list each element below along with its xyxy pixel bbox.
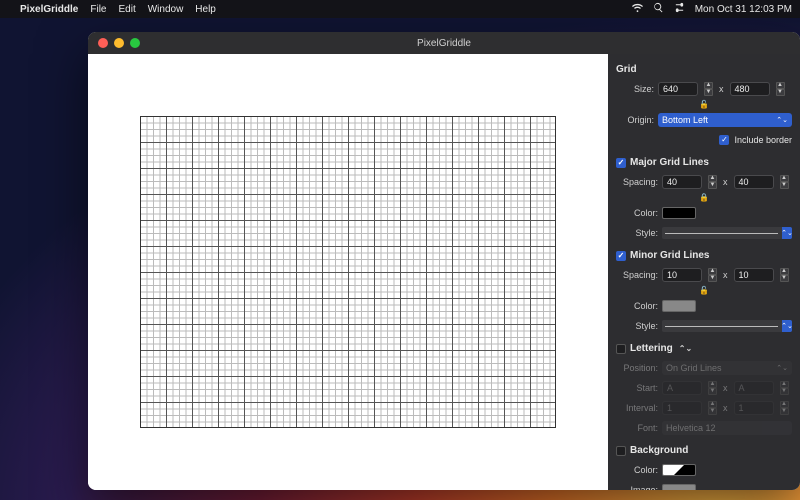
canvas-area	[88, 54, 608, 490]
background-color-swatch[interactable]	[662, 464, 696, 476]
window-close-button[interactable]	[98, 38, 108, 48]
minor-spacing-y-stepper[interactable]: ▲▼	[780, 268, 789, 282]
section-heading-minor: Minor Grid Lines	[630, 250, 709, 261]
label-lettering-position: Position:	[616, 363, 658, 373]
lettering-start-x-stepper[interactable]: ▲▼	[708, 381, 717, 395]
x-separator: x	[721, 177, 730, 187]
section-heading-lettering: Lettering	[630, 343, 673, 354]
lettering-interval-x-field[interactable]: 1	[662, 401, 702, 415]
menubar-item-help[interactable]: Help	[195, 4, 216, 15]
menubar-item-window[interactable]: Window	[148, 4, 184, 15]
lettering-start-y-field[interactable]: A	[734, 381, 774, 395]
x-separator: x	[721, 270, 730, 280]
chevron-updown-icon: ⌃⌄	[782, 320, 792, 332]
inspector-panel: Grid Size: 640 ▲▼ x 480 ▲▼ 🔓 Origin: Bot…	[608, 54, 800, 490]
lettering-options-icon[interactable]: ⌃⌄	[679, 344, 692, 353]
label-origin: Origin:	[616, 115, 654, 125]
control-center-icon[interactable]	[674, 2, 685, 16]
major-spacing-y-stepper[interactable]: ▲▼	[780, 175, 789, 189]
lock-icon[interactable]: 🔓	[616, 286, 792, 295]
label-major-spacing: Spacing:	[616, 177, 658, 187]
menubar-item-file[interactable]: File	[90, 4, 106, 15]
major-enabled-checkbox[interactable]: ✓	[616, 158, 626, 168]
wifi-icon[interactable]	[632, 2, 643, 16]
window-titlebar[interactable]: PixelGriddle	[88, 32, 800, 54]
lettering-start-y-stepper[interactable]: ▲▼	[780, 381, 789, 395]
window-minimize-button[interactable]	[114, 38, 124, 48]
section-heading-background: Background	[630, 445, 688, 456]
window-zoom-button[interactable]	[130, 38, 140, 48]
app-window: PixelGriddle Grid Size: 640 ▲▼ x 480 ▲▼ …	[88, 32, 800, 490]
major-spacing-y-field[interactable]: 40	[734, 175, 774, 189]
lettering-position-select[interactable]: On Grid Lines⌃⌄	[662, 361, 792, 375]
label-lettering-start: Start:	[616, 383, 658, 393]
label-lettering-interval: Interval:	[616, 403, 658, 413]
background-enabled-checkbox[interactable]: ✓	[616, 446, 626, 456]
section-heading-grid: Grid	[616, 64, 792, 75]
window-title: PixelGriddle	[88, 38, 800, 49]
section-heading-major: Major Grid Lines	[630, 157, 709, 168]
background-image-well[interactable]	[662, 484, 696, 490]
minor-spacing-x-field[interactable]: 10	[662, 268, 702, 282]
label-include-border: Include border	[734, 135, 792, 145]
lettering-interval-y-stepper[interactable]: ▲▼	[780, 401, 789, 415]
major-spacing-x-field[interactable]: 40	[662, 175, 702, 189]
major-style-select[interactable]: ⌃⌄	[662, 227, 792, 239]
x-separator: x	[721, 403, 730, 413]
chevron-updown-icon: ⌃⌄	[776, 116, 788, 124]
origin-select[interactable]: Bottom Left⌃⌄	[658, 113, 792, 127]
label-major-style: Style:	[616, 228, 658, 238]
minor-enabled-checkbox[interactable]: ✓	[616, 251, 626, 261]
menubar-clock[interactable]: Mon Oct 31 12:03 PM	[695, 4, 792, 15]
menubar-item-edit[interactable]: Edit	[118, 4, 135, 15]
label-background-image: Image:	[616, 485, 658, 490]
grid-width-field[interactable]: 640	[658, 82, 698, 96]
label-size: Size:	[616, 84, 654, 94]
include-border-checkbox[interactable]: ✓	[719, 135, 729, 145]
label-minor-spacing: Spacing:	[616, 270, 658, 280]
chevron-updown-icon: ⌃⌄	[782, 227, 792, 239]
label-background-color: Color:	[616, 465, 658, 475]
chevron-updown-icon: ⌃⌄	[776, 364, 788, 372]
minor-color-swatch[interactable]	[662, 300, 696, 312]
label-lettering-font: Font:	[616, 423, 658, 433]
minor-spacing-y-field[interactable]: 10	[734, 268, 774, 282]
minor-style-select[interactable]: ⌃⌄	[662, 320, 792, 332]
macos-menubar: PixelGriddle File Edit Window Help Mon O…	[0, 0, 800, 18]
window-traffic-lights	[88, 38, 140, 48]
menubar-app-name[interactable]: PixelGriddle	[20, 4, 78, 15]
lettering-font-select[interactable]: Helvetica 12	[662, 421, 792, 435]
major-color-swatch[interactable]	[662, 207, 696, 219]
x-separator: x	[721, 383, 730, 393]
grid-height-field[interactable]: 480	[730, 82, 770, 96]
x-separator: x	[717, 84, 726, 94]
spotlight-icon[interactable]	[653, 2, 664, 16]
label-minor-color: Color:	[616, 301, 658, 311]
grid-preview	[140, 116, 556, 428]
grid-height-stepper[interactable]: ▲▼	[776, 82, 785, 96]
minor-spacing-x-stepper[interactable]: ▲▼	[708, 268, 717, 282]
label-major-color: Color:	[616, 208, 658, 218]
lettering-start-x-field[interactable]: A	[662, 381, 702, 395]
lock-icon[interactable]: 🔒	[616, 193, 792, 202]
lettering-enabled-checkbox[interactable]: ✓	[616, 344, 626, 354]
lock-icon[interactable]: 🔓	[616, 100, 792, 109]
label-minor-style: Style:	[616, 321, 658, 331]
lettering-interval-x-stepper[interactable]: ▲▼	[708, 401, 717, 415]
grid-width-stepper[interactable]: ▲▼	[704, 82, 713, 96]
major-spacing-x-stepper[interactable]: ▲▼	[708, 175, 717, 189]
lettering-interval-y-field[interactable]: 1	[734, 401, 774, 415]
